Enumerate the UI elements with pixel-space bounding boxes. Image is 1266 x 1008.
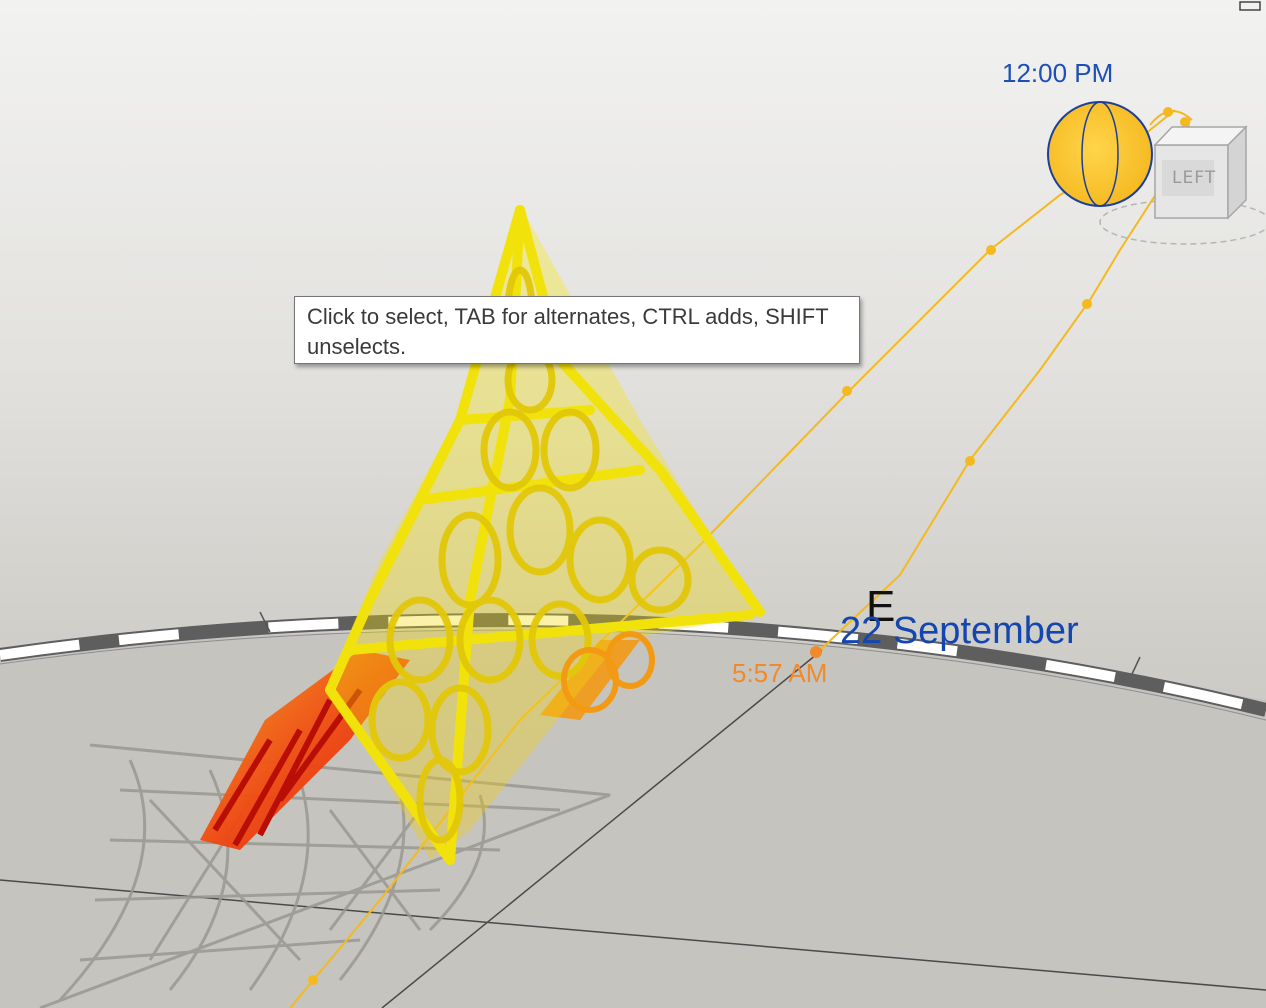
3d-viewport[interactable]: 12:00 PM 5:57 AM E 22 September LEFT Cli…: [0, 0, 1266, 1008]
sun-icon[interactable]: [1047, 101, 1153, 207]
solar-study-scene[interactable]: [0, 0, 1266, 1008]
restore-window-icon[interactable]: [1239, 1, 1261, 11]
view-cube-face-label[interactable]: LEFT: [1172, 168, 1216, 188]
tooltip-text: Click to select, TAB for alternates, CTR…: [307, 304, 829, 359]
sunrise-time-label: 5:57 AM: [732, 658, 828, 688]
noon-time-label: 12:00 PM: [1002, 58, 1114, 88]
sun-path-date-label: 22 September: [840, 610, 1079, 652]
selection-tooltip: Click to select, TAB for alternates, CTR…: [294, 296, 860, 364]
